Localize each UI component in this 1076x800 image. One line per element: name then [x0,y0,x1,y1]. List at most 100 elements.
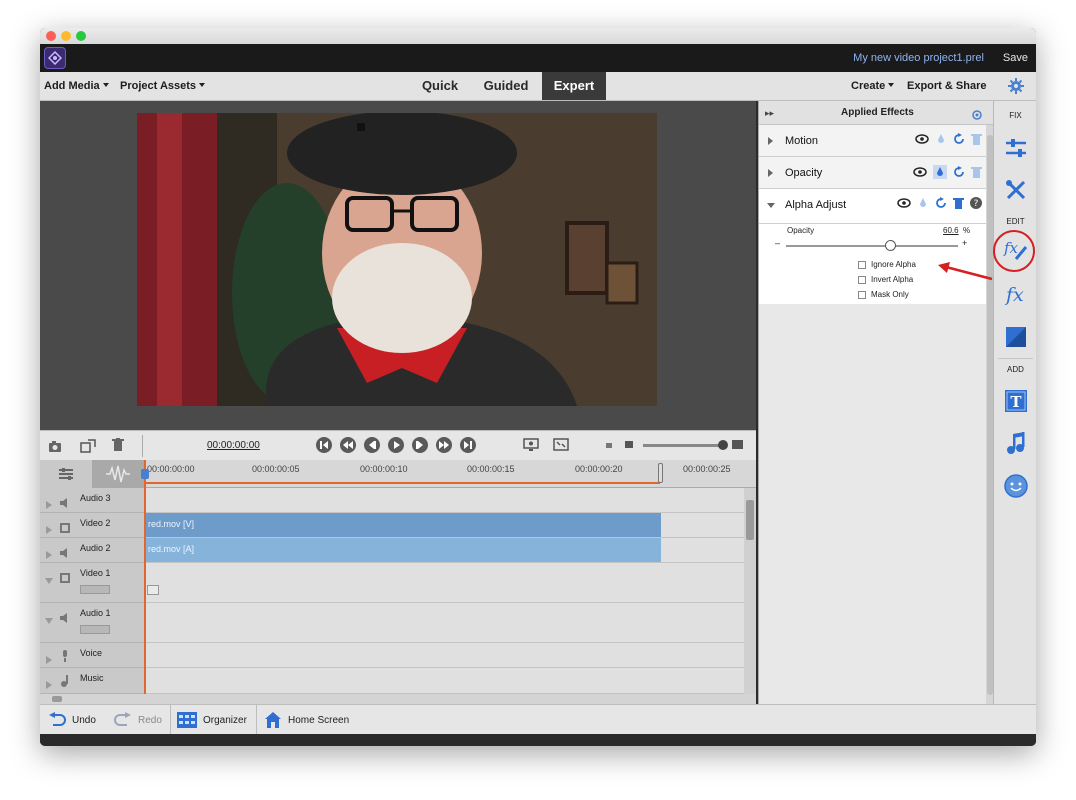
timeline-horizontal-scrollbar[interactable] [40,694,756,704]
redo-button[interactable]: Redo [114,705,162,735]
checkbox-box[interactable] [858,260,866,269]
audio-waveform-view-icon[interactable] [92,460,144,488]
track-lane-voice[interactable] [145,643,744,668]
keyframe-navigator[interactable] [80,625,110,634]
zoom-slider-knob[interactable] [718,440,728,450]
expand-triangle-icon[interactable] [46,521,52,539]
delete-trash-icon[interactable] [953,197,964,209]
fast-forward-icon[interactable] [436,437,452,458]
expand-triangle-icon[interactable] [768,137,773,145]
create-menu[interactable]: Create [851,80,895,92]
collapse-triangle-icon[interactable] [767,203,775,208]
slider-minus[interactable]: – [775,238,780,248]
transitions-icon[interactable] [1003,324,1029,350]
adjustments-sliders-icon[interactable] [1003,135,1029,161]
current-timecode[interactable]: 00:00:00:00 [207,440,260,451]
visibility-eye-icon[interactable] [897,198,911,208]
work-area-bar[interactable] [146,482,660,484]
opacity-value[interactable]: 60.6 [943,226,959,235]
tab-expert[interactable]: Expert [542,72,606,100]
zoom-window-button[interactable] [76,31,86,41]
tools-wrench-icon[interactable] [1003,177,1029,203]
minimize-window-button[interactable] [61,31,71,41]
track-header-video-2[interactable]: Video 2 [40,513,144,538]
rewind-icon[interactable] [340,437,356,458]
go-to-end-icon[interactable] [460,437,476,458]
save-button[interactable]: Save [1003,52,1028,64]
collapse-triangle-icon[interactable] [45,571,53,589]
add-media-menu[interactable]: Add Media [44,80,109,92]
checkbox-box[interactable] [858,290,866,299]
slider-plus[interactable]: + [962,238,967,248]
video-clip[interactable]: red.mov [V] [145,513,661,537]
play-icon[interactable] [388,437,404,458]
music-note-icon[interactable] [1003,431,1029,457]
work-area-end-handle[interactable] [658,463,663,483]
resize-icon[interactable] [80,439,96,458]
playhead[interactable] [144,460,146,694]
effect-row-alpha-adjust[interactable]: Alpha Adjust ? [759,189,986,224]
keyframe-navigator[interactable] [80,585,110,594]
audio-effects-toggle-icon[interactable] [970,107,982,125]
track-lane-audio-1[interactable] [145,603,744,643]
track-header-voice[interactable]: Voice [40,643,144,668]
track-header-video-1[interactable]: Video 1 [40,563,144,603]
go-to-start-icon[interactable] [316,437,332,458]
video-preview-frame[interactable] [137,113,657,406]
help-icon[interactable]: ? [970,197,982,209]
delete-trash-icon[interactable] [971,133,982,145]
collapse-triangle-icon[interactable] [45,611,53,629]
visibility-eye-icon[interactable] [913,167,927,177]
expand-triangle-icon[interactable] [46,651,52,669]
audio-clip[interactable]: red.mov [A] [145,538,661,562]
graphics-smiley-icon[interactable] [1003,473,1029,499]
tab-quick[interactable]: Quick [412,72,468,100]
project-assets-menu[interactable]: Project Assets [120,80,206,92]
track-lane-audio-3[interactable] [145,488,744,513]
scroll-thumb[interactable] [746,500,754,540]
scissors-icon[interactable] [147,585,159,595]
timeline-zoom-slider[interactable] [643,440,728,450]
keyframe-stopwatch-icon[interactable] [917,197,929,209]
export-share-menu[interactable]: Export & Share [907,80,986,92]
reset-icon[interactable] [953,133,965,145]
track-lane-video-1[interactable] [145,563,744,603]
keyframe-stopwatch-icon[interactable] [935,133,947,145]
effect-row-motion[interactable]: Motion [759,125,986,157]
trash-icon[interactable] [112,438,124,457]
reset-icon[interactable] [935,197,947,209]
expand-triangle-icon[interactable] [768,169,773,177]
opacity-slider-knob[interactable] [884,240,896,251]
effects-fx-icon[interactable]: fx [1003,281,1029,307]
monitor-settings-icon[interactable] [523,438,539,457]
track-header-music[interactable]: Music [40,668,144,694]
adjustments-view-icon[interactable] [40,460,92,488]
undo-button[interactable]: Undo [48,705,96,735]
visibility-eye-icon[interactable] [915,134,929,144]
fullscreen-icon[interactable] [553,438,569,457]
expand-triangle-icon[interactable] [46,676,52,694]
effect-row-opacity[interactable]: Opacity [759,157,986,189]
panel-expand-icon[interactable]: ▸▸ [765,108,774,119]
snapshot-camera-icon[interactable] [48,439,64,458]
opacity-slider[interactable] [786,240,958,251]
delete-trash-icon[interactable] [971,166,982,178]
track-lane-video-2[interactable]: red.mov [V] [145,513,744,538]
tab-guided[interactable]: Guided [478,72,534,100]
keyframe-stopwatch-icon[interactable] [933,165,947,179]
reset-icon[interactable] [953,166,965,178]
checkbox-box[interactable] [858,275,866,284]
organizer-button[interactable]: Organizer [177,705,247,735]
step-back-icon[interactable] [364,437,380,458]
zoom-in-icon[interactable] [732,440,743,449]
track-lane-audio-2[interactable]: red.mov [A] [145,538,744,563]
titles-text-icon[interactable]: T [1003,388,1029,414]
home-screen-button[interactable]: Home Screen [264,705,349,735]
mask-only-checkbox[interactable]: Mask Only [858,290,909,299]
step-forward-icon[interactable] [412,437,428,458]
expand-triangle-icon[interactable] [46,546,52,564]
scroll-thumb[interactable] [52,696,62,702]
expand-triangle-icon[interactable] [46,496,52,514]
settings-gear-icon[interactable] [1008,78,1024,99]
zoom-small-icon[interactable] [625,441,633,448]
